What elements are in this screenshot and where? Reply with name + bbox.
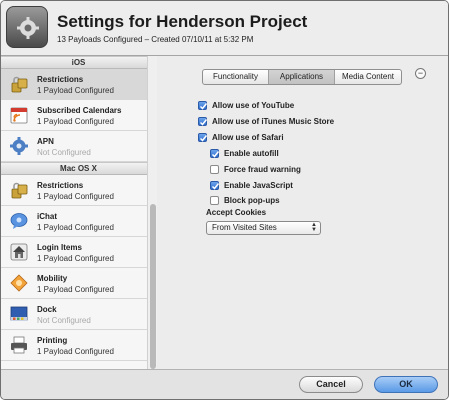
sidebar-item-status: 1 Payload Configured [37,86,114,95]
sidebar-item-status: 1 Payload Configured [37,117,114,126]
payload-sidebar[interactable]: iOS Restrictions 1 Payload Configured Su… [1,56,157,369]
lock-icon [11,76,28,93]
accept-cookies-label: Accept Cookies [206,208,267,217]
sidebar-item-status: 1 Payload Configured [37,347,114,356]
sidebar-item-status: 1 Payload Configured [37,254,114,263]
checkbox[interactable] [210,180,220,190]
checkbox[interactable] [198,132,208,142]
checkbox[interactable] [210,164,219,174]
sidebar-item-subscribed-calendars[interactable]: Subscribed Calendars 1 Payload Configure… [1,100,156,131]
sidebar-item-printing[interactable]: Printing 1 Payload Configured [1,330,156,361]
tab-media-content[interactable]: Media Content [335,70,401,84]
sidebar-section-mac-os-x: Mac OS X [1,162,156,175]
sidebar-item-name: Login Items [37,243,82,252]
sidebar-item-status: 1 Payload Configured [37,223,114,232]
option-force-fraud-warning[interactable]: Force fraud warning [210,163,301,175]
mobility-icon [10,274,28,292]
tab-bar: Functionality Applications Media Content [202,69,402,85]
tab-applications[interactable]: Applications [269,70,335,84]
sidebar-item-ichat[interactable]: iChat 1 Payload Configured [1,206,156,237]
sidebar-item-name: Subscribed Calendars [37,106,122,115]
sidebar-scrollbar[interactable] [147,56,157,369]
option-enable-javascript[interactable]: Enable JavaScript [210,179,293,191]
sidebar-item-status: Not Configured [37,148,91,157]
sidebar-item-name: Restrictions [37,75,84,84]
sidebar-item-status: Not Configured [37,316,91,325]
select-value: From Visited Sites [212,223,277,232]
sidebar-item-name: APN [37,137,54,146]
option-label: Allow use of iTunes Music Store [212,116,335,126]
option-label: Allow use of Safari [212,132,284,142]
sidebar-item-ios-restrictions[interactable]: Restrictions 1 Payload Configured [1,69,156,100]
sidebar-item-apn[interactable]: APN Not Configured [1,131,156,162]
option-allow-itunes-store[interactable]: Allow use of iTunes Music Store [198,115,334,127]
option-label: Force fraud warning [224,164,301,174]
updown-arrows-icon: ▲ ▼ [311,222,317,233]
sidebar-item-mobility[interactable]: Mobility 1 Payload Configured [1,268,156,299]
configurator-gear-icon [6,6,48,48]
sidebar-section-ios: iOS [1,56,156,69]
chat-icon [10,213,28,229]
option-block-popups[interactable]: Block pop-ups [210,194,280,206]
calendar-icon [10,107,28,124]
sidebar-item-status: 1 Payload Configured [37,285,114,294]
option-label: Enable autofill [224,148,279,158]
checkbox[interactable] [198,116,208,126]
tab-functionality[interactable]: Functionality [203,70,269,84]
collapse-button[interactable]: − [415,68,426,79]
sidebar-item-name: iChat [37,212,57,221]
dock-icon [10,306,28,321]
option-allow-youtube[interactable]: Allow use of YouTube [198,99,294,111]
dialog-footer: Cancel OK [1,369,448,399]
cancel-button[interactable]: Cancel [299,376,363,393]
restrictions-panel: Functionality Applications Media Content… [158,56,448,369]
lock-icon [11,182,28,199]
checkbox[interactable] [210,148,220,158]
sidebar-item-status: 1 Payload Configured [37,192,114,201]
option-allow-safari[interactable]: Allow use of Safari [198,131,284,143]
sidebar-item-name: Restrictions [37,181,84,190]
option-enable-autofill[interactable]: Enable autofill [210,147,279,159]
accept-cookies-select[interactable]: From Visited Sites ▲ ▼ [206,221,321,235]
house-icon [10,243,28,261]
sidebar-item-name: Dock [37,305,57,314]
sidebar-item-name: Mobility [37,274,68,283]
sidebar-item-name: Printing [37,336,68,345]
gear-icon [10,137,28,155]
printer-icon [11,336,27,354]
option-label: Enable JavaScript [224,180,293,190]
ok-button[interactable]: OK [374,376,438,393]
sidebar-item-mac-restrictions[interactable]: Restrictions 1 Payload Configured [1,175,156,206]
option-label: Block pop-ups [224,195,280,205]
page-title: Settings for Henderson Project [57,12,308,31]
scrollbar-thumb[interactable] [150,204,156,369]
checkbox[interactable] [210,195,219,205]
sidebar-item-login-items[interactable]: Login Items 1 Payload Configured [1,237,156,268]
option-label: Allow use of YouTube [212,100,295,110]
checkbox[interactable] [198,100,208,110]
page-subtitle: 13 Payloads Configured – Created 07/10/1… [57,35,254,44]
sidebar-item-dock[interactable]: Dock Not Configured [1,299,156,330]
settings-window: Settings for Henderson Project 13 Payloa… [0,0,449,400]
window-header: Settings for Henderson Project 13 Payloa… [1,1,448,56]
